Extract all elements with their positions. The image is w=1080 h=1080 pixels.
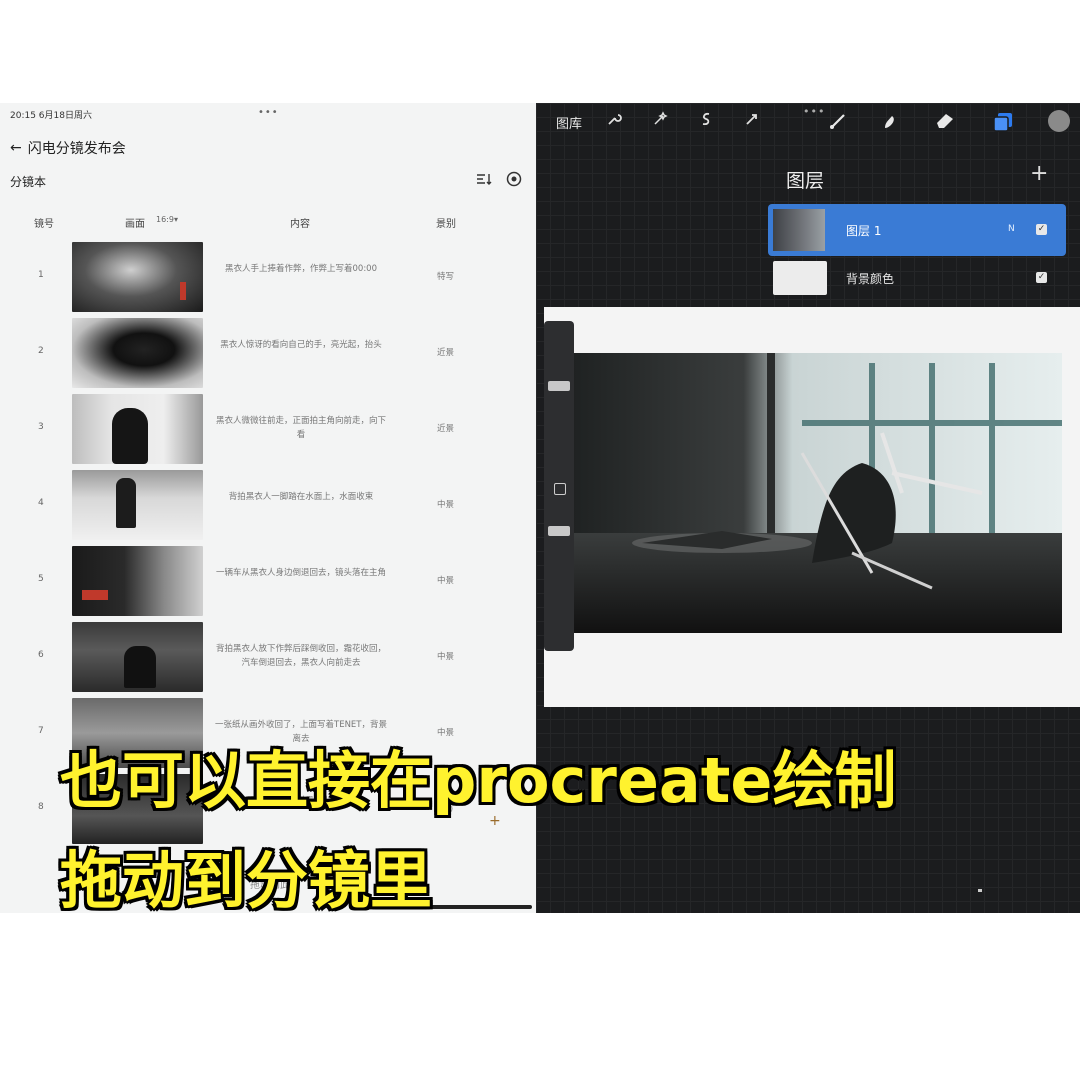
table-row[interactable]: 3 黑衣人微微往前走，正面拍主角向前走，向下看 近景 [0,392,536,468]
status-indicator [978,889,982,892]
layer-item-1[interactable]: 图层 1 N ✓ [768,204,1066,256]
frame-thumbnail[interactable] [72,622,203,692]
ratio-select[interactable]: 16:9▾ [156,215,178,224]
multitask-dots[interactable]: ••• [258,107,279,118]
frame-thumbnail[interactable] [72,318,203,388]
table-row[interactable]: 5 一辆车从黑衣人身边倒退回去，镜头落在主角 中景 [0,544,536,620]
table-row[interactable]: 2 黑衣人惊讶的看向自己的手，亮光起，抬头 近景 [0,316,536,392]
col-shot-no: 镜号 [34,219,54,230]
modify-button[interactable] [554,483,566,495]
col-content: 内容 [290,219,310,230]
shot-type: 中景 [437,500,455,510]
shot-type: 近景 [437,348,455,358]
shot-content: 黑衣人微微往前走，正面拍主角向前走，向下看 [215,416,386,440]
shot-number: 1 [38,270,44,280]
shot-content: 黑衣人惊讶的看向自己的手，亮光起，抬头 [220,340,382,350]
add-layer-button[interactable]: + [1030,161,1048,186]
table-row[interactable]: 1 黑衣人手上捧着作弊，作弊上写着00:00 特写 [0,240,536,316]
color-swatch[interactable] [1047,109,1071,137]
header-tools [476,171,522,191]
shot-type: 中景 [437,576,455,586]
opacity-slider[interactable] [548,526,570,536]
layer-name: 背景颜色 [846,272,895,286]
table-header: 镜号 画面 16:9▾ 内容 景别 [0,211,536,235]
blend-mode[interactable]: N [1008,224,1015,234]
frame-thumbnail[interactable] [72,470,203,540]
wrench-icon[interactable] [606,111,622,131]
brush-icon[interactable] [828,111,848,135]
transform-arrow-icon[interactable] [744,111,760,131]
layer-thumbnail [773,209,825,251]
multitask-dots[interactable]: ••• [803,105,825,118]
layer-visibility-checkbox[interactable]: ✓ [1036,272,1047,283]
frame-thumbnail[interactable] [72,546,203,616]
section-title: 分镜本 [10,175,47,189]
shot-number: 7 [38,726,44,736]
shot-number: 6 [38,650,44,660]
col-shot-type: 景别 [436,219,456,230]
sort-icon[interactable] [476,172,492,190]
shot-content: 黑衣人手上捧着作弊，作弊上写着00:00 [225,264,377,274]
shot-content: 背拍黑衣人放下作弊后踩倒收回，霜花收回，汽车倒退回去，黑衣人向前走去 [215,644,386,668]
procreate-toolbar: 图库 ••• [536,103,1080,143]
brush-size-sidebar [544,321,574,651]
frame-thumbnail[interactable] [72,394,203,464]
smudge-icon[interactable] [880,111,900,135]
settings-target-icon[interactable] [506,171,522,191]
selection-icon[interactable] [698,111,714,131]
project-title: 闪电分镜发布会 [27,141,126,157]
canvas-artwork[interactable] [572,353,1062,633]
frame-thumbnail[interactable] [72,242,203,312]
status-bar-time: 20:15 6月18日周六 [10,111,92,121]
col-frame: 画面 [125,219,145,230]
table-row[interactable]: 4 背拍黑衣人一脚踏在水面上，水面收束 中景 [0,468,536,544]
nav-bar: ← 闪电分镜发布会 [10,138,126,158]
shot-number: 2 [38,346,44,356]
layer-thumbnail [773,261,827,295]
caption-line-2: 拖动到分镜里 [60,844,433,917]
brush-size-slider[interactable] [548,381,570,391]
eraser-icon[interactable] [934,111,956,133]
layers-panel-title: 图层 [786,170,825,192]
layer-visibility-checkbox[interactable]: ✓ [1036,224,1047,235]
layers-icon[interactable] [992,111,1014,137]
layer-name: 图层 1 [846,224,882,238]
shot-content: 背拍黑衣人一脚踏在水面上，水面收束 [228,492,374,502]
shot-number: 5 [38,574,44,584]
layer-item-background[interactable]: 背景颜色 ✓ [768,258,1066,300]
shot-number: 8 [38,802,44,812]
shot-content: 一辆车从黑衣人身边倒退回去，镜头落在主角 [215,568,386,578]
magic-wand-icon[interactable] [652,111,668,131]
shot-number: 3 [38,422,44,432]
caption-line-1: 也可以直接在procreate绘制 [60,744,897,817]
shot-type: 中景 [437,652,455,662]
gallery-button[interactable]: 图库 [556,113,582,132]
shot-type: 近景 [437,424,455,434]
shot-type: 特写 [437,272,455,282]
back-arrow-icon[interactable]: ← [10,140,22,156]
shot-number: 4 [38,498,44,508]
table-row[interactable]: 6 背拍黑衣人放下作弊后踩倒收回，霜花收回，汽车倒退回去，黑衣人向前走去 中景 [0,620,536,696]
